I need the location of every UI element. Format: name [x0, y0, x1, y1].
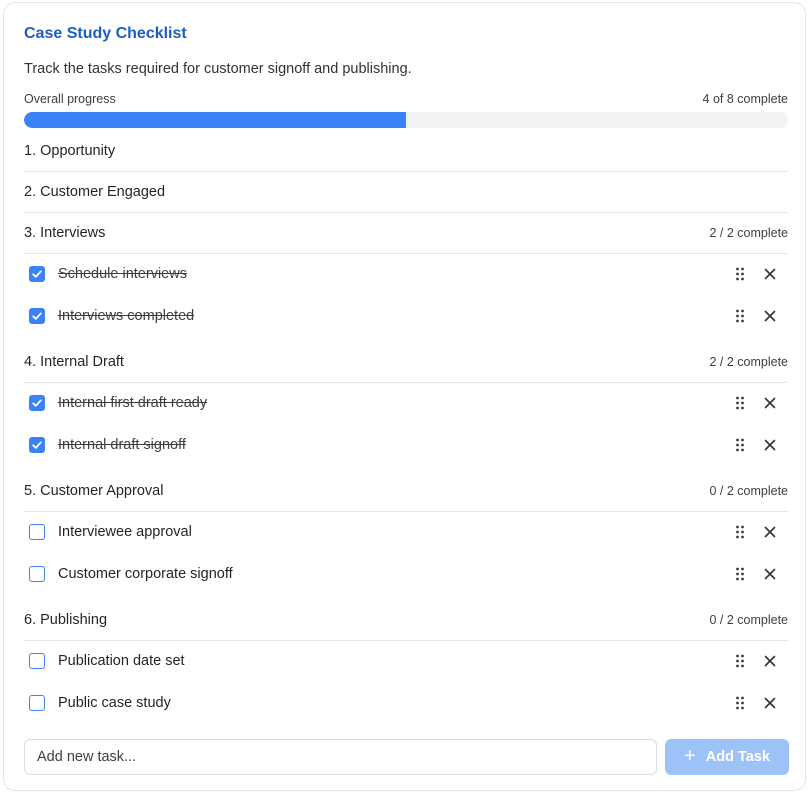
page-title: Case Study Checklist — [24, 25, 187, 42]
progress-bar — [24, 112, 788, 128]
drag-handle-icon[interactable] — [732, 524, 748, 540]
task-item: Internal first draft ready — [24, 382, 788, 424]
task-item: Interviewee approval — [24, 511, 788, 553]
add-task-button-label: Add Task — [705, 749, 770, 765]
section-count: 0 / 2 complete — [709, 613, 788, 627]
task-label: Customer corporate signoff — [58, 566, 233, 582]
section-header: 6. Publishing 0 / 2 complete — [24, 600, 788, 641]
task-item: Internal draft signoff — [24, 424, 788, 466]
task-checkbox[interactable] — [29, 524, 45, 540]
task-checkbox[interactable] — [29, 308, 45, 324]
section-header: 2. Customer Engaged — [24, 172, 788, 213]
close-icon[interactable] — [762, 695, 778, 711]
section-header: 4. Internal Draft 2 / 2 complete — [24, 342, 788, 383]
section-title: 5. Customer Approval — [24, 483, 164, 499]
drag-handle-icon[interactable] — [732, 395, 748, 411]
add-task-button[interactable]: + Add Task — [665, 739, 789, 775]
section-header: 1. Opportunity — [24, 131, 788, 172]
progress-count: 4 of 8 complete — [702, 92, 788, 106]
section-header: 5. Customer Approval 0 / 2 complete — [24, 471, 788, 512]
section-title: 4. Internal Draft — [24, 354, 124, 370]
task-label: Internal draft signoff — [58, 437, 186, 453]
close-icon[interactable] — [762, 653, 778, 669]
task-item: Schedule interviews — [24, 253, 788, 295]
task-item: Customer corporate signoff — [24, 553, 788, 595]
new-task-input[interactable] — [24, 739, 657, 775]
task-item: Interviews completed — [24, 295, 788, 337]
drag-handle-icon[interactable] — [732, 266, 748, 282]
section-title: 6. Publishing — [24, 612, 108, 628]
task-item: Public case study — [24, 682, 788, 724]
task-label: Internal first draft ready — [58, 395, 208, 411]
checklist-card: Case Study Checklist Track the tasks req… — [3, 2, 806, 791]
task-checkbox[interactable] — [29, 437, 45, 453]
task-checkbox[interactable] — [29, 653, 45, 669]
task-checkbox[interactable] — [29, 266, 45, 282]
close-icon[interactable] — [762, 395, 778, 411]
close-icon[interactable] — [762, 524, 778, 540]
task-label: Interviews completed — [58, 308, 195, 324]
section-title: 2. Customer Engaged — [24, 184, 166, 200]
close-icon[interactable] — [762, 308, 778, 324]
drag-handle-icon[interactable] — [732, 437, 748, 453]
drag-handle-icon[interactable] — [732, 566, 748, 582]
drag-handle-icon[interactable] — [732, 695, 748, 711]
close-icon[interactable] — [762, 437, 778, 453]
add-task-row: + Add Task — [24, 739, 789, 775]
task-label: Interviewee approval — [58, 524, 192, 540]
drag-handle-icon[interactable] — [732, 653, 748, 669]
progress-bar-fill — [24, 112, 406, 128]
task-item: Publication date set — [24, 640, 788, 682]
drag-handle-icon[interactable] — [732, 308, 748, 324]
progress-label: Overall progress — [24, 92, 116, 106]
section-title: 1. Opportunity — [24, 143, 116, 159]
task-checkbox[interactable] — [29, 566, 45, 582]
close-icon[interactable] — [762, 266, 778, 282]
plus-icon: + — [684, 745, 696, 767]
task-checkbox[interactable] — [29, 395, 45, 411]
section-header: 3. Interviews 2 / 2 complete — [24, 213, 788, 254]
close-icon[interactable] — [762, 566, 778, 582]
task-label: Public case study — [58, 695, 171, 711]
section-count: 0 / 2 complete — [709, 484, 788, 498]
section-count: 2 / 2 complete — [709, 226, 788, 240]
task-checkbox[interactable] — [29, 695, 45, 711]
task-label: Publication date set — [58, 653, 185, 669]
progress-header: Overall progress 4 of 8 complete — [24, 92, 788, 108]
page-subtitle: Track the tasks required for customer si… — [24, 61, 412, 77]
section-count: 2 / 2 complete — [709, 355, 788, 369]
task-label: Schedule interviews — [58, 266, 187, 282]
section-title: 3. Interviews — [24, 225, 106, 241]
